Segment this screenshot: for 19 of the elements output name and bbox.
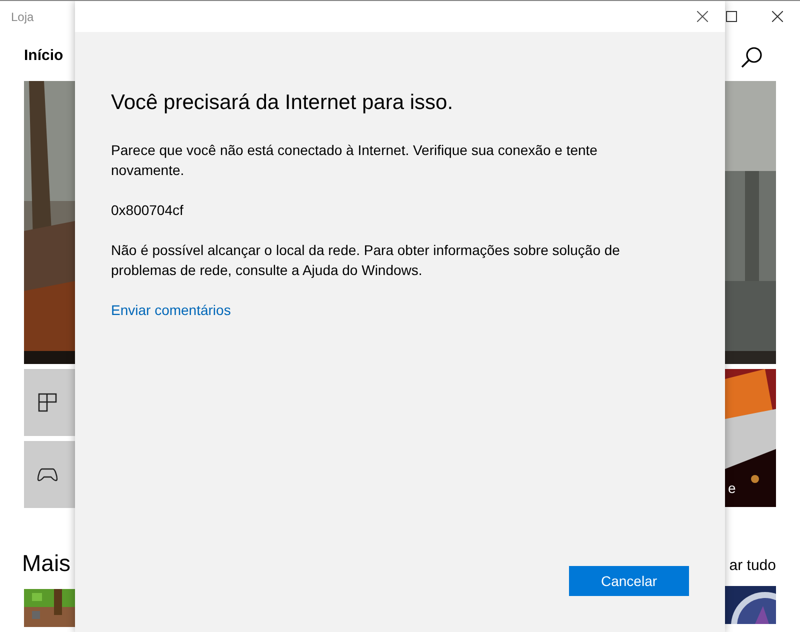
apps-icon — [38, 393, 57, 412]
dialog-title: Você precisará da Internet para isso. — [111, 90, 454, 116]
game-controller-icon — [37, 468, 58, 482]
category-tile[interactable] — [24, 369, 75, 436]
details-text: Não é possível alcançar o local da rede. Para obter informações sobre solução de problemas de rede, consulte a Ajuda do Windows. — [111, 241, 621, 280]
see-all-link[interactable]: ar tudo — [729, 556, 776, 576]
message-text: Parece que você não está conectado à Internet. Verifique sua conexão e tente novamente. — [111, 141, 598, 180]
section-title: Mais — [22, 549, 72, 578]
category-tile[interactable] — [24, 441, 75, 508]
cancel-button[interactable]: Cancelar — [569, 566, 689, 596]
nav-item[interactable]: Início — [24, 45, 64, 68]
search-icon[interactable] — [741, 46, 763, 68]
close-icon[interactable] — [772, 11, 783, 22]
maximize-icon[interactable] — [726, 11, 737, 22]
app-title: Loja — [11, 8, 34, 26]
error-code: 0x800704cf — [111, 201, 184, 220]
close-icon[interactable] — [697, 11, 708, 22]
feedback-link[interactable]: Enviar comentários — [111, 300, 231, 320]
tile-caption: e — [728, 479, 736, 498]
